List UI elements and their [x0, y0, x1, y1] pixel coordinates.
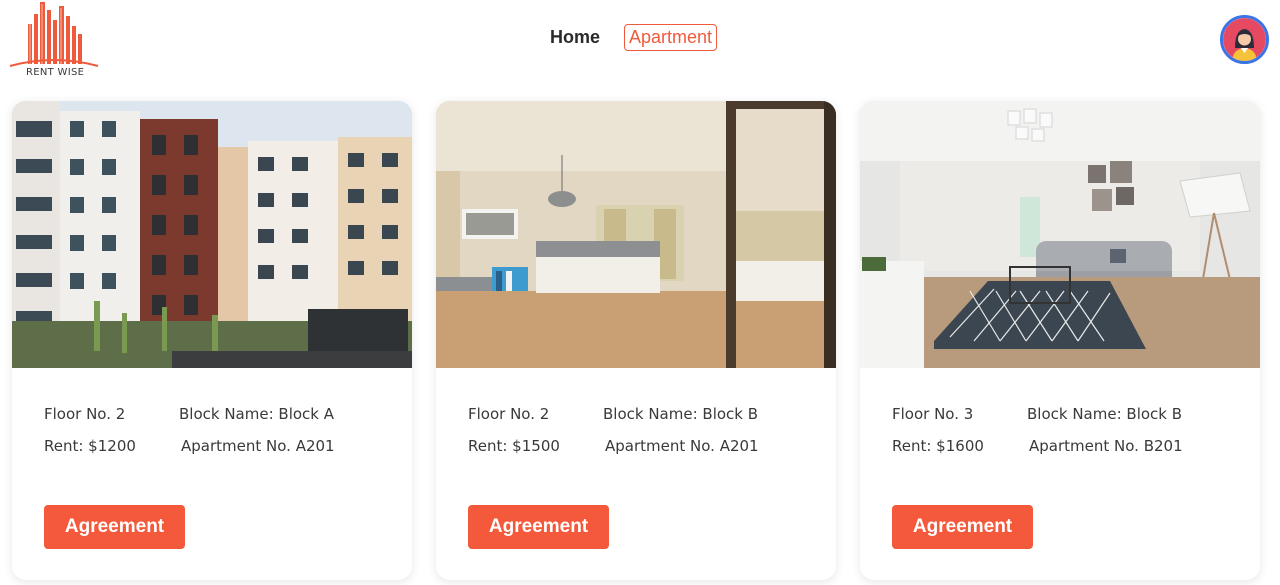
rent-amount: Rent: $1200 — [44, 437, 136, 455]
details-row-1: Floor No. 2 Block Name: Block A — [44, 405, 334, 423]
rent-amount: Rent: $1500 — [468, 437, 560, 455]
block-name: Block Name: Block B — [603, 405, 759, 423]
apartment-card: Floor No. 3 Block Name: Block B Rent: $16… — [860, 101, 1260, 580]
agreement-button[interactable]: Agreement — [468, 505, 609, 549]
building-logo-icon — [9, 2, 99, 67]
block-name: Block Name: Block B — [1027, 405, 1183, 423]
floor-number: Floor No. 3 — [892, 405, 974, 423]
details-row-1: Floor No. 2 Block Name: Block B — [468, 405, 758, 423]
rent-wise-logo[interactable]: RENT WISE — [6, 0, 102, 82]
apartment-details: Floor No. 3 Block Name: Block B Rent: $16… — [860, 368, 1260, 580]
nav-apartment-link[interactable]: Apartment — [624, 24, 718, 51]
details-row-1: Floor No. 3 Block Name: Block B — [892, 405, 1182, 423]
apartment-number: Apartment No. B201 — [1029, 437, 1183, 455]
logo-text: RENT WISE — [26, 67, 85, 78]
apartment-number: Apartment No. A201 — [605, 437, 759, 455]
apartment-card: Floor No. 2 Block Name: Block B Rent: $15… — [436, 101, 836, 580]
apartment-building-image — [12, 101, 412, 368]
apartment-card: Floor No. 2 Block Name: Block A Rent: $12… — [12, 101, 412, 580]
block-name: Block Name: Block A — [179, 405, 335, 423]
apartment-number: Apartment No. A201 — [181, 437, 335, 455]
details-row-2: Rent: $1200 Apartment No. A201 — [44, 437, 335, 455]
apartment-details: Floor No. 2 Block Name: Block A Rent: $12… — [12, 368, 412, 580]
site-header: RENT WISE Home Apartment — [0, 0, 1280, 90]
agreement-button[interactable]: Agreement — [44, 505, 185, 549]
main-nav: Home Apartment — [544, 24, 718, 51]
profile-avatar[interactable] — [1220, 15, 1269, 64]
apartment-details: Floor No. 2 Block Name: Block B Rent: $15… — [436, 368, 836, 580]
details-row-2: Rent: $1600 Apartment No. B201 — [892, 437, 1183, 455]
agreement-button[interactable]: Agreement — [892, 505, 1033, 549]
floor-number: Floor No. 2 — [468, 405, 550, 423]
bedroom-image — [436, 101, 836, 368]
living-room-image — [860, 101, 1260, 368]
floor-number: Floor No. 2 — [44, 405, 126, 423]
apartment-list: Floor No. 2 Block Name: Block A Rent: $12… — [12, 101, 1260, 580]
user-avatar-icon — [1223, 18, 1266, 61]
details-row-2: Rent: $1500 Apartment No. A201 — [468, 437, 759, 455]
nav-home-link[interactable]: Home — [544, 25, 606, 50]
rent-amount: Rent: $1600 — [892, 437, 984, 455]
